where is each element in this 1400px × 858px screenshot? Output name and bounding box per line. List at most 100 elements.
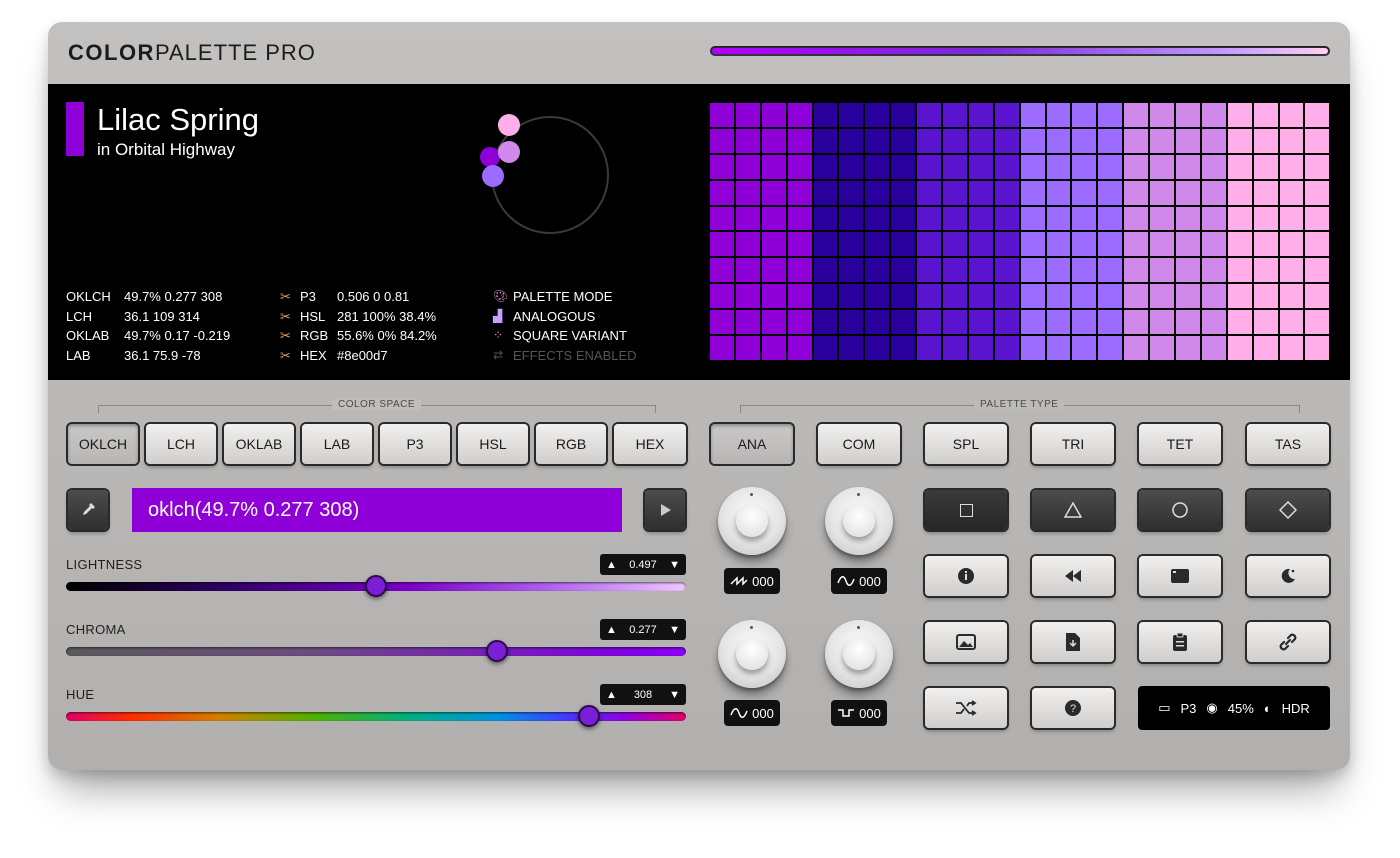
palette-cell[interactable] <box>760 179 787 206</box>
space-button-hex[interactable]: HEX <box>614 424 686 464</box>
palette-cell[interactable] <box>1045 257 1072 284</box>
palette-cell[interactable] <box>812 127 839 154</box>
palette-cell[interactable] <box>993 205 1020 232</box>
help-button[interactable]: ? <box>1032 688 1114 728</box>
palette-cell[interactable] <box>1149 335 1176 361</box>
palette-cell[interactable] <box>1175 127 1201 154</box>
palette-cell[interactable] <box>967 179 994 206</box>
palette-cell[interactable] <box>864 231 891 258</box>
palette-cell[interactable] <box>1071 127 1098 154</box>
palette-cell[interactable] <box>864 257 891 284</box>
palette-cell[interactable] <box>967 283 994 310</box>
palette-cell[interactable] <box>838 335 865 361</box>
palette-cell[interactable] <box>1123 205 1150 232</box>
palette-cell[interactable] <box>916 127 943 154</box>
palette-cell[interactable] <box>734 205 761 232</box>
palette-cell[interactable] <box>967 309 994 336</box>
palette-cell[interactable] <box>890 102 917 128</box>
shuffle-button[interactable] <box>925 688 1007 728</box>
copy-hsl-row[interactable]: ✂ HSL 281 100% 38.4% <box>280 307 437 327</box>
palette-cell[interactable] <box>942 153 968 180</box>
palette-cell[interactable] <box>734 102 761 128</box>
palette-cell[interactable] <box>1175 102 1201 128</box>
palette-cell[interactable] <box>838 179 865 206</box>
hue-stepper[interactable]: ▲ 308 ▼ <box>600 684 686 705</box>
palette-cell[interactable] <box>890 179 917 206</box>
palette-cell[interactable] <box>1252 127 1279 154</box>
palette-cell[interactable] <box>1252 153 1279 180</box>
palette-cell[interactable] <box>916 257 943 284</box>
palette-cell[interactable] <box>1019 127 1046 154</box>
palette-cell[interactable] <box>864 335 891 361</box>
palette-cell[interactable] <box>812 205 839 232</box>
palette-cell[interactable] <box>1278 102 1305 128</box>
link-button[interactable] <box>1247 622 1329 662</box>
palette-cell[interactable] <box>1123 335 1150 361</box>
lightness-thumb[interactable] <box>365 575 387 597</box>
palette-cell[interactable] <box>709 309 735 336</box>
palette-cell[interactable] <box>1149 153 1176 180</box>
palette-cell[interactable] <box>1200 153 1227 180</box>
palette-cell[interactable] <box>1175 283 1201 310</box>
palette-cell[interactable] <box>1071 335 1098 361</box>
palette-cell[interactable] <box>890 205 917 232</box>
palette-cell[interactable] <box>864 153 891 180</box>
palette-cell[interactable] <box>1149 257 1176 284</box>
palette-cell[interactable] <box>890 127 917 154</box>
knob-2[interactable] <box>825 487 893 555</box>
lfo-readout-4[interactable]: 000 <box>831 700 887 726</box>
palette-cell[interactable] <box>760 283 787 310</box>
hue-thumb[interactable] <box>578 705 601 727</box>
palette-cell[interactable] <box>1071 205 1098 232</box>
space-button-rgb[interactable]: RGB <box>536 424 606 464</box>
palette-cell[interactable] <box>916 179 943 206</box>
palette-cell[interactable] <box>1252 257 1279 284</box>
palette-cell[interactable] <box>1071 309 1098 336</box>
palette-cell[interactable] <box>838 102 865 128</box>
palette-cell[interactable] <box>1304 309 1331 336</box>
palette-cell[interactable] <box>760 127 787 154</box>
palette-cell[interactable] <box>1097 283 1124 310</box>
palette-cell[interactable] <box>709 283 735 310</box>
palette-cell[interactable] <box>1149 309 1176 336</box>
image-button[interactable] <box>925 622 1007 662</box>
palette-cell[interactable] <box>812 283 839 310</box>
palette-cell[interactable] <box>1123 231 1150 258</box>
palette-cell[interactable] <box>786 153 813 180</box>
chroma-thumb[interactable] <box>485 640 508 662</box>
palette-cell[interactable] <box>1045 179 1072 206</box>
space-button-oklch[interactable]: OKLCH <box>68 424 138 464</box>
palette-cell[interactable] <box>1304 205 1331 232</box>
palette-cell[interactable] <box>1149 283 1176 310</box>
palette-cell[interactable] <box>1123 127 1150 154</box>
palette-cell[interactable] <box>1252 309 1279 336</box>
type-button-tas[interactable]: TAS <box>1247 424 1329 464</box>
rewind-button[interactable] <box>1032 556 1114 596</box>
palette-cell[interactable] <box>916 309 943 336</box>
palette-cell[interactable] <box>760 309 787 336</box>
type-button-spl[interactable]: SPL <box>925 424 1007 464</box>
palette-cell[interactable] <box>916 205 943 232</box>
palette-cell[interactable] <box>1019 231 1046 258</box>
palette-cell[interactable] <box>812 153 839 180</box>
palette-cell[interactable] <box>734 283 761 310</box>
palette-cell[interactable] <box>967 102 994 128</box>
palette-cell[interactable] <box>838 283 865 310</box>
triangle-shape-button[interactable] <box>1032 490 1114 530</box>
palette-cell[interactable] <box>1097 153 1124 180</box>
palette-cell[interactable] <box>734 153 761 180</box>
palette-cell[interactable] <box>786 127 813 154</box>
type-button-com[interactable]: COM <box>818 424 900 464</box>
palette-cell[interactable] <box>942 335 968 361</box>
palette-cell[interactable] <box>1200 335 1227 361</box>
palette-cell[interactable] <box>1045 309 1072 336</box>
palette-cell[interactable] <box>734 231 761 258</box>
palette-cell[interactable] <box>1226 205 1253 232</box>
palette-cell[interactable] <box>1226 102 1253 128</box>
palette-cell[interactable] <box>1252 179 1279 206</box>
palette-cell[interactable] <box>1123 309 1150 336</box>
palette-cell[interactable] <box>1304 257 1331 284</box>
space-button-lch[interactable]: LCH <box>146 424 216 464</box>
color-value-display[interactable]: oklch(49.7% 0.277 308) <box>132 488 622 532</box>
palette-cell[interactable] <box>1278 205 1305 232</box>
